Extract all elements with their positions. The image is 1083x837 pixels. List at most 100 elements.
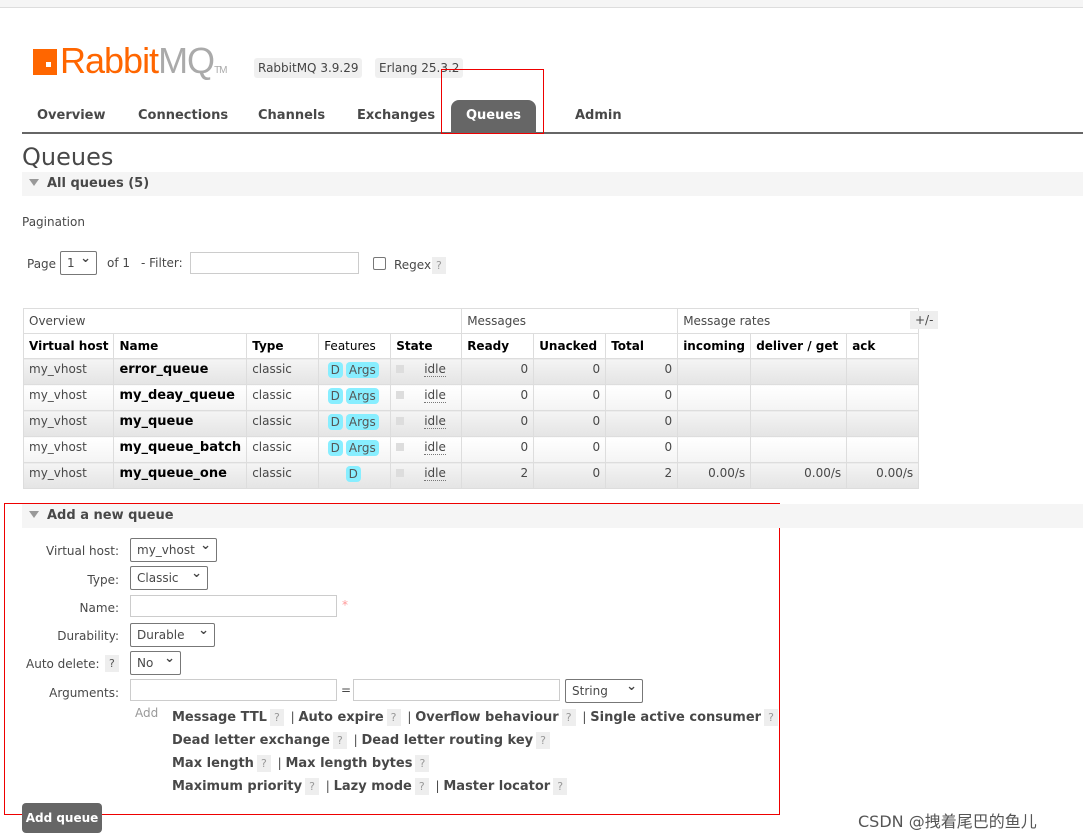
argument-value-input[interactable] <box>353 679 560 701</box>
cell-type: classic <box>246 436 320 463</box>
feature-badge[interactable]: Args <box>345 362 379 378</box>
feature-badge[interactable]: Args <box>345 440 379 456</box>
cell-features: D Args <box>318 358 392 385</box>
type-value: classic <box>252 440 292 454</box>
ready-value: 0 <box>520 440 529 454</box>
cell-name[interactable]: my_queue_one <box>113 462 248 489</box>
autodelete-select[interactable]: No <box>130 648 181 675</box>
ready-value: 0 <box>520 388 529 402</box>
cell-total: 0 <box>605 358 679 385</box>
table-row[interactable]: my_vhost my_deay_queue classic D Args idle 0 0 0 <box>22 384 920 411</box>
help-icon[interactable]: ? <box>305 778 319 795</box>
tab-admin[interactable]: Admin <box>560 100 637 132</box>
all-queues-toggle[interactable]: All queues (5) <box>22 172 1083 196</box>
column-header[interactable]: Features <box>318 333 392 359</box>
cell-name[interactable]: my_queue_batch <box>113 436 248 463</box>
name-input[interactable] <box>130 595 337 617</box>
tab-connections[interactable]: Connections <box>123 100 243 132</box>
tab-overview[interactable]: Overview <box>22 100 121 132</box>
argument-shortcut-link[interactable]: Dead letter exchange <box>172 733 330 748</box>
argument-shortcut-link[interactable]: Max length <box>172 756 254 771</box>
regex-checkbox[interactable] <box>373 257 386 270</box>
regex-help[interactable]: ? <box>432 257 446 274</box>
column-header[interactable]: ack <box>846 333 920 359</box>
add-queue-button[interactable]: Add queue <box>22 803 102 833</box>
cell-type: classic <box>246 358 320 385</box>
argument-shortcut-link[interactable]: Master locator <box>443 779 550 794</box>
name-value[interactable]: my_queue <box>119 414 193 429</box>
column-header[interactable]: Name <box>113 333 248 359</box>
cell-name[interactable]: error_queue <box>113 358 248 385</box>
feature-badge[interactable]: D <box>345 466 361 482</box>
help-icon[interactable]: ? <box>332 732 347 749</box>
incoming-value: 0.00/s <box>708 466 746 480</box>
help-icon[interactable]: ? <box>561 709 576 726</box>
cell-vhost: my_vhost <box>22 358 115 385</box>
argument-shortcut-link[interactable]: Message TTL <box>172 710 267 725</box>
argument-shortcut-link[interactable]: Max length bytes <box>285 756 412 771</box>
autodelete-help[interactable]: ? <box>105 655 119 672</box>
feature-badge[interactable]: D <box>327 388 343 404</box>
column-header[interactable]: State <box>390 333 463 359</box>
add-argument-label: Add <box>135 706 159 720</box>
argument-shortcut-link[interactable]: Overflow behaviour <box>415 710 559 725</box>
help-icon[interactable]: ? <box>414 778 429 795</box>
tab-exchanges[interactable]: Exchanges <box>342 100 450 132</box>
name-value[interactable]: my_queue_batch <box>119 440 241 455</box>
cell-deliver <box>750 410 848 437</box>
column-header[interactable]: Virtual host <box>22 333 115 359</box>
column-header[interactable]: deliver / get <box>750 333 848 359</box>
column-header[interactable]: Type <box>246 333 320 359</box>
table-row[interactable]: my_vhost my_queue classic D Args idle 0 0 0 <box>22 410 920 437</box>
column-header[interactable]: incoming <box>677 333 752 359</box>
page-select[interactable]: 1 <box>60 248 97 275</box>
cell-name[interactable]: my_queue <box>113 410 248 437</box>
durability-select[interactable]: Durable <box>130 620 215 647</box>
feature-badge[interactable]: D <box>327 440 343 456</box>
unacked-value: 0 <box>592 388 601 402</box>
name-value[interactable]: my_deay_queue <box>119 388 234 403</box>
help-icon[interactable]: ? <box>415 755 430 772</box>
cell-name[interactable]: my_deay_queue <box>113 384 248 411</box>
name-value[interactable]: my_queue_one <box>119 466 226 481</box>
feature-badge[interactable]: D <box>327 414 343 430</box>
help-icon[interactable]: ? <box>256 755 271 772</box>
table-row[interactable]: my_vhost my_queue_one classic Didle 2 0 2 0.00/… <box>22 462 920 489</box>
cell-features: D Args <box>318 410 392 437</box>
argument-type-select[interactable]: String <box>565 676 643 703</box>
column-header[interactable]: Ready <box>461 333 535 359</box>
cell-incoming <box>677 436 752 463</box>
feature-badge[interactable]: D <box>327 362 343 378</box>
filter-input[interactable] <box>190 252 359 274</box>
cell-features: D Args <box>318 384 392 411</box>
argument-shortcut-link[interactable]: Dead letter routing key <box>362 733 534 748</box>
vhost-select[interactable]: my_vhost <box>130 535 217 562</box>
column-header[interactable]: Total <box>605 333 679 359</box>
type-select[interactable]: Classic <box>130 563 208 590</box>
tab-channels[interactable]: Channels <box>243 100 340 132</box>
type-value: classic <box>252 362 292 376</box>
group-messages: Messages <box>461 308 679 334</box>
argument-shortcut-link[interactable]: Single active consumer <box>590 710 761 725</box>
argument-key-input[interactable] <box>130 679 337 701</box>
feature-badge[interactable]: Args <box>345 388 379 404</box>
table-row[interactable]: my_vhost my_queue_batch classic D Args idle 0 0… <box>22 436 920 463</box>
help-icon[interactable]: ? <box>269 709 284 726</box>
vhost-value: my_vhost <box>29 414 87 428</box>
name-value[interactable]: error_queue <box>119 362 208 377</box>
help-icon[interactable]: ? <box>553 778 568 795</box>
equals-sign: = <box>341 683 352 697</box>
help-icon[interactable]: ? <box>536 732 550 749</box>
feature-badge[interactable]: Args <box>345 414 379 430</box>
table-row[interactable]: my_vhost error_queue classic D Args idle 0 0 0 <box>22 358 920 385</box>
argument-shortcut-link[interactable]: Auto expire <box>298 710 383 725</box>
required-marker: * <box>342 598 348 612</box>
columns-toggle-button[interactable]: +/- <box>910 311 939 329</box>
add-queue-toggle[interactable]: Add a new queue <box>22 504 1083 528</box>
argument-shortcut-link[interactable]: Lazy mode <box>334 779 412 794</box>
column-header[interactable]: Unacked <box>533 333 607 359</box>
argument-shortcut-link[interactable]: Maximum priority <box>172 779 302 794</box>
help-icon[interactable]: ? <box>386 709 401 726</box>
argument-shortcut-line: Message TTL? | Auto expire? | Overflow b… <box>172 706 781 729</box>
help-icon[interactable]: ? <box>764 709 778 726</box>
